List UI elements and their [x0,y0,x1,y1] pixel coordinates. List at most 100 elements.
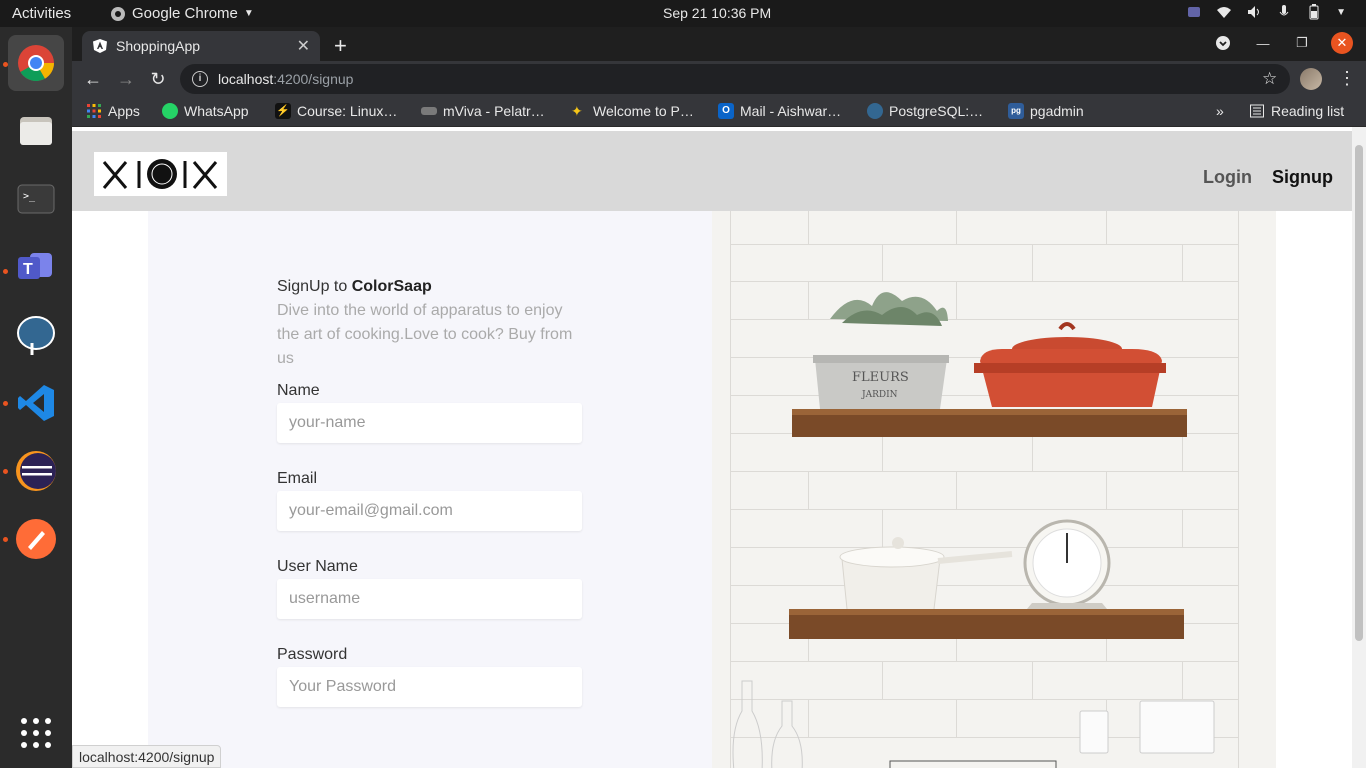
svg-text:>_: >_ [23,191,36,202]
bookmark-pgadmin[interactable]: pg pgadmin [1008,103,1084,119]
bookmark-label: Mail - Aishwar… [740,103,842,119]
pot-text: FLEURS [852,370,909,385]
svg-text:T: T [23,261,33,278]
signup-link[interactable]: Signup [1272,167,1333,188]
minimize-icon[interactable]: — [1252,32,1274,54]
teams-tray-icon[interactable] [1186,4,1202,20]
kitchen-scale [1023,519,1111,609]
volume-icon[interactable] [1246,4,1262,20]
battery-icon[interactable] [1306,4,1322,20]
back-icon[interactable]: ← [82,68,104,90]
pinwheel-icon: ✦ [571,103,583,119]
plant-pot: FLEURS JARDIN [813,292,949,409]
username-input[interactable] [277,579,582,619]
scrollbar-thumb[interactable] [1355,145,1363,641]
site-logo[interactable] [94,152,227,196]
app-menu-label: Google Chrome [132,5,238,22]
mviva-icon [421,107,437,115]
apps-grid-icon [87,104,101,118]
address-bar[interactable]: i localhost :4200/signup [180,64,1290,94]
clock[interactable]: Sep 21 10:36 PM [663,5,771,21]
bookmark-label: PostgreSQL:… [889,103,984,119]
app-menu[interactable]: Google Chrome ▼ [110,5,254,22]
bookmark-label: Apps [108,103,140,119]
dock-teams[interactable]: T [8,239,64,295]
profile-avatar[interactable] [1300,68,1322,90]
bookmark-mail[interactable]: O Mail - Aishwar… [718,103,841,119]
bookmark-mviva[interactable]: mViva - Pelatr… [421,103,545,119]
site-info-icon[interactable]: i [192,71,208,87]
new-tab-button[interactable]: + [334,33,347,59]
bookmark-label: WhatsApp [184,103,249,119]
more-bookmarks-icon[interactable]: » [1216,103,1224,119]
bookmark-label: Welcome to P… [593,103,694,119]
chrome-menu-icon[interactable]: ⋮ [1338,68,1356,89]
dock-postman[interactable] [8,511,64,567]
vscode-icon [18,385,54,421]
reading-list-button[interactable]: Reading list [1249,103,1344,119]
close-tab-icon[interactable]: ✕ [297,36,310,56]
red-casserole [974,322,1166,407]
tab-search-icon[interactable] [1212,32,1234,54]
signup-form-panel: SignUp to ColorSaap Dive into the world … [148,211,712,768]
dock-files[interactable] [8,103,64,159]
activities-button[interactable]: Activities [12,5,71,22]
system-tray[interactable]: ▼ [1186,4,1346,20]
tab-strip: ShoppingApp ✕ + — ❐ ✕ [72,27,1366,61]
kitchen-shelf-image: FLEURS JARDIN [712,211,1276,768]
chrome-icon [18,45,55,82]
maximize-icon[interactable]: ❐ [1291,32,1313,54]
reload-icon[interactable]: ↻ [147,68,169,90]
password-input[interactable] [277,667,582,707]
pgadmin-icon: pg [1008,103,1024,119]
microphone-icon[interactable] [1276,4,1292,20]
email-label: Email [277,470,318,487]
lightning-icon: ⚡ [275,103,291,119]
tab-title: ShoppingApp [116,38,201,54]
outlook-icon: O [718,103,734,119]
status-bubble: localhost:4200/signup [72,745,222,768]
chevron-down-icon: ▼ [243,8,254,19]
username-label: User Name [277,558,358,575]
bookmark-apps[interactable]: Apps [86,103,140,119]
dock-show-apps[interactable] [8,705,64,761]
files-icon [20,117,52,145]
terminal-icon: >_ [17,184,55,214]
forward-icon[interactable]: → [115,68,137,90]
dock-eclipse[interactable] [8,443,64,499]
url-path: :4200/signup [273,71,354,87]
dock-vscode[interactable] [8,375,64,431]
cutlery-logo-icon [102,159,218,189]
close-window-icon[interactable]: ✕ [1331,32,1353,54]
url-host: localhost [218,71,274,87]
bookmark-star-icon[interactable]: ☆ [1262,69,1277,89]
page-viewport: Login Signup SignUp to ColorSaap Dive in… [72,127,1352,768]
teams-icon: T [18,253,52,279]
bookmark-course-linux[interactable]: ⚡ Course: Linux… [275,103,397,119]
wifi-icon[interactable] [1216,4,1232,20]
bookmark-postgresql[interactable]: PostgreSQL:… [867,103,983,119]
dock-chrome[interactable] [8,35,64,91]
system-top-bar: Activities Google Chrome ▼ Sep 21 10:36 … [0,0,1366,27]
bookmark-label: Course: Linux… [297,103,398,119]
chevron-down-icon[interactable]: ▼ [1336,7,1346,18]
browser-toolbar: ← → ↻ i localhost :4200/signup ☆ ⋮ [72,61,1366,97]
bookmark-whatsapp[interactable]: WhatsApp [162,103,249,119]
white-saucepan [839,537,1013,616]
reading-list-label: Reading list [1271,103,1345,119]
elephant-icon [17,316,55,355]
reading-list-icon [1250,104,1264,118]
site-navbar: Login Signup [72,131,1352,211]
dock-terminal[interactable]: >_ [8,171,64,227]
eclipse-icon [16,451,56,491]
email-input[interactable] [277,491,582,531]
login-link[interactable]: Login [1203,167,1252,188]
tab-shoppingapp[interactable]: ShoppingApp ✕ [82,31,320,61]
app-grid-icon [21,718,51,748]
bookmark-welcome[interactable]: ✦ Welcome to P… [571,103,694,119]
page-scrollbar[interactable] [1352,127,1366,768]
chrome-small-icon [111,6,125,21]
dock-pgadmin[interactable] [8,307,64,363]
name-input[interactable] [277,403,582,443]
password-label: Password [277,646,348,663]
